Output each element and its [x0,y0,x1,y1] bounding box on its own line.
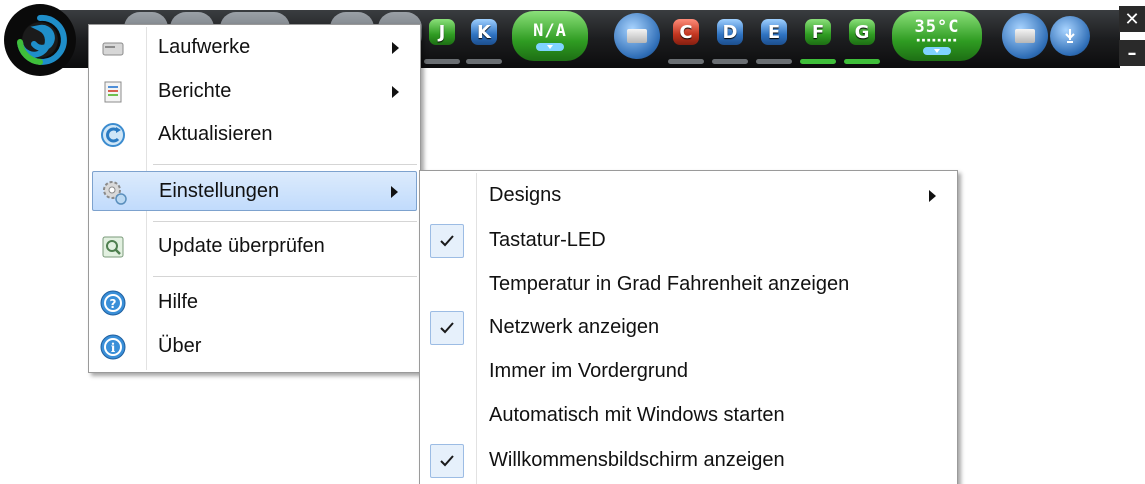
menu-item-hilfe[interactable]: ? Hilfe [92,283,417,323]
drive-key-j[interactable]: J [424,14,460,50]
menu-item-einstellungen[interactable]: Einstellungen [92,171,417,211]
drive-activity-lamp [466,59,502,64]
info-icon: i [100,334,126,360]
menu-item-label: Netzwerk anzeigen [489,316,660,338]
svg-text:i: i [111,341,116,355]
drive-key-k[interactable]: K [466,14,502,50]
settings-icon [103,181,127,205]
drive-key-label: G [854,21,870,43]
drive-key-label: J [438,21,446,43]
context-menu: Laufwerke Berichte Aktualisieren Einstel… [88,24,421,373]
network-status-value: N/A [533,20,567,41]
submenu-arrow-icon [391,186,398,198]
submenu-item-vordergrund[interactable]: Immer im Vordergrund [423,352,954,392]
menu-item-label: Berichte [158,80,232,102]
drive-key-label: K [477,21,491,43]
submenu-item-designs[interactable]: Designs [423,176,954,216]
checkmark-icon [430,224,464,258]
network-status[interactable]: N/A [512,11,588,61]
close-icon: ✕ [1124,8,1140,30]
drive-key-d[interactable]: D [712,14,748,50]
menu-item-label: Immer im Vordergrund [489,360,688,382]
drive-activity-lamp [844,59,880,64]
submenu-item-tastatur-led[interactable]: Tastatur-LED [423,221,954,261]
swirl-logo-icon [17,14,67,65]
submenu-arrow-icon [392,86,399,98]
temperature-value: 35°C [914,16,960,37]
drive-key-label: D [722,21,738,43]
menu-item-berichte[interactable]: Berichte [92,72,417,112]
settings-submenu: Designs Tastatur-LED Temperatur in Grad … [419,170,958,484]
menu-item-label: Hilfe [158,291,199,313]
drive-key-label: E [767,21,781,43]
update-check-icon [102,236,124,258]
menu-item-update-pruefen[interactable]: Update überprüfen [92,227,417,267]
menu-item-label: Aktualisieren [158,123,273,145]
drive-key-f[interactable]: F [800,14,836,50]
report-icon [104,81,122,103]
checkmark-icon [430,311,464,345]
menu-item-label: Tastatur-LED [489,229,606,251]
close-button[interactable]: ✕ [1119,6,1145,32]
usb-icon [1065,29,1075,43]
drive-activity-lamp [668,59,704,64]
menu-item-label: Designs [489,184,562,206]
submenu-arrow-icon [929,190,936,202]
menu-item-ueber[interactable]: i Über [92,327,417,367]
menu-item-label: Laufwerke [158,36,251,58]
refresh-icon [101,123,125,147]
submenu-item-fahrenheit[interactable]: Temperatur in Grad Fahrenheit anzeigen [423,265,954,305]
drive-overview-button[interactable] [614,13,660,59]
drive-icon [627,29,647,43]
submenu-item-willkommen[interactable]: Willkommensbildschirm anzeigen [423,441,954,481]
menu-separator [153,221,417,223]
drive-key-g[interactable]: G [844,14,880,50]
menu-item-label: Über [158,335,202,357]
monitor-icon [1015,29,1035,43]
svg-text:?: ? [110,297,117,311]
checkmark-icon [430,444,464,478]
drive-icon [102,42,124,56]
menu-item-laufwerke[interactable]: Laufwerke [92,28,417,68]
drive-key-label: F [811,21,825,43]
drive-key-label: C [679,21,693,43]
drive-activity-lamp [712,59,748,64]
menu-separator [153,276,417,278]
submenu-item-netzwerk[interactable]: Netzwerk anzeigen [423,308,954,348]
drive-key-c[interactable]: C [668,14,704,50]
monitor-button[interactable] [1002,13,1048,59]
chevron-down-icon [536,42,564,51]
menu-item-label: Einstellungen [159,180,280,202]
chevron-down-icon [923,46,951,55]
help-icon: ? [100,290,126,316]
drive-activity-lamp [756,59,792,64]
menu-item-label: Automatisch mit Windows starten [489,404,785,426]
drive-activity-lamp [424,59,460,64]
menu-item-label: Willkommensbildschirm anzeigen [489,449,785,471]
temperature-level-bar: ▪▪▪▪▪▪▪▪ [916,35,958,44]
minimize-icon: – [1127,42,1137,64]
minimize-button[interactable]: – [1119,40,1145,66]
menu-item-label: Temperatur in Grad Fahrenheit anzeigen [489,273,850,295]
menu-separator [153,164,417,166]
submenu-arrow-icon [392,42,399,54]
app-logo[interactable] [4,4,76,76]
drive-key-e[interactable]: E [756,14,792,50]
menu-item-label: Update überprüfen [158,235,325,257]
submenu-item-autostart[interactable]: Automatisch mit Windows starten [423,396,954,436]
usb-eject-button[interactable] [1050,16,1090,56]
drive-activity-lamp [800,59,836,64]
menu-item-aktualisieren[interactable]: Aktualisieren [92,115,417,155]
temperature-status[interactable]: 35°C ▪▪▪▪▪▪▪▪ [892,11,982,61]
